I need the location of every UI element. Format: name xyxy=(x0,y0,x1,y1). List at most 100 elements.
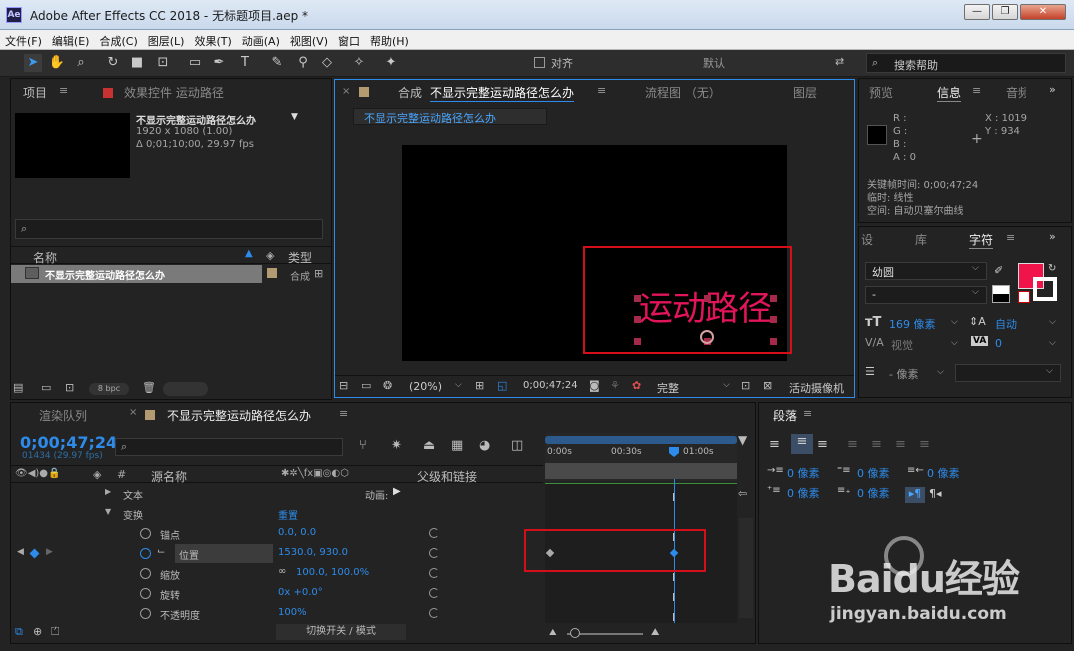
black-white-swatch-icon[interactable] xyxy=(992,285,1010,303)
layer-tab[interactable]: 图层 xyxy=(793,84,817,101)
menu-help[interactable]: 帮助(H) xyxy=(365,30,414,49)
keyframe-toggle-icon[interactable] xyxy=(29,548,40,559)
preview-tab[interactable]: 预览 xyxy=(869,84,893,101)
chevron-down-icon[interactable]: ⌵ xyxy=(723,380,730,390)
effects-controls-tab[interactable]: 效果控件 运动路径 xyxy=(124,84,224,101)
mask-visibility-icon[interactable]: ❂ xyxy=(383,379,392,392)
pickwhip-icon[interactable] xyxy=(429,608,439,618)
close-button[interactable]: ✕ xyxy=(1020,4,1066,20)
snap-checkbox[interactable] xyxy=(534,57,545,68)
close-comp-tab-icon[interactable]: × xyxy=(342,86,350,97)
playhead-handle-icon[interactable] xyxy=(669,447,679,457)
prop-row-position[interactable]: ◀ ▶ ⌙ 位置 1530.0, 930.0 xyxy=(11,544,543,564)
col-source-name[interactable]: 源名称 xyxy=(151,468,187,485)
justify-right-icon[interactable]: ≡ xyxy=(895,437,906,452)
roto-brush-tool-icon[interactable]: ✧ xyxy=(350,54,368,72)
library-tab[interactable]: 库 xyxy=(915,231,927,248)
tracking-value[interactable]: 0 xyxy=(995,337,1002,350)
next-keyframe-icon[interactable]: ▶ xyxy=(46,547,53,557)
transfer-controls-icon[interactable]: ⊕ xyxy=(33,625,42,638)
menu-file[interactable]: 文件(F) xyxy=(0,30,47,49)
current-time-display[interactable]: 0;00;47;24 xyxy=(20,433,117,452)
project-search-input[interactable]: ⌕ xyxy=(15,219,323,239)
prop-row-rotation[interactable]: 旋转 0x +0.0° xyxy=(11,584,543,604)
work-area-range[interactable] xyxy=(545,463,737,479)
camera-tool-icon[interactable]: ■ xyxy=(128,54,146,72)
comp-navigator-tab[interactable]: 不显示完整运动路径怎么办 xyxy=(353,108,547,125)
project-scrollbar[interactable] xyxy=(163,382,208,396)
align-left-icon[interactable]: ≡ xyxy=(769,437,780,452)
zoom-tool-icon[interactable]: ⌕ xyxy=(72,54,90,72)
swap-colors-icon[interactable]: ↻ xyxy=(1048,263,1056,274)
prop-row-transform[interactable]: ▼ 变换 重置 xyxy=(11,504,543,524)
toggle-switches-modes[interactable]: 切换开关 / 模式 xyxy=(276,624,406,640)
rtl-direction-icon[interactable]: ¶◂ xyxy=(929,487,942,500)
menu-animation[interactable]: 动画(A) xyxy=(237,30,285,49)
chevron-down-icon[interactable]: ⌵ xyxy=(951,338,958,348)
panel-menu-icon[interactable]: ≡ xyxy=(59,84,68,97)
animate-menu[interactable]: 动画: xyxy=(365,487,388,502)
safe-margins-icon[interactable]: ⊞ xyxy=(475,379,484,392)
font-size-value[interactable]: 169 像素 xyxy=(889,316,936,332)
panel-menu-icon[interactable]: ≡ xyxy=(339,407,348,420)
prop-value[interactable]: 100% xyxy=(278,607,307,618)
paragraph-tab[interactable]: 段落 xyxy=(773,407,797,424)
channel-icon[interactable]: ✿ xyxy=(632,379,641,392)
space-before-value[interactable]: 0 像素 xyxy=(787,485,820,501)
col-name[interactable]: 名称 xyxy=(33,249,57,266)
stopwatch-icon[interactable] xyxy=(140,608,151,619)
brush-tool-icon[interactable]: ✎ xyxy=(268,54,286,72)
eraser-tool-icon[interactable]: ◇ xyxy=(318,54,336,72)
timeline-search-input[interactable]: ⌕ xyxy=(115,438,343,456)
time-zoom-handle[interactable] xyxy=(570,628,580,638)
graph-icon[interactable]: ⌙ xyxy=(157,546,165,557)
puppet-pin-tool-icon[interactable]: ✦ xyxy=(382,54,400,72)
frame-blending-icon[interactable]: ▦ xyxy=(451,438,463,453)
time-ruler[interactable]: 0:00s 00:30s 01:00s xyxy=(545,433,737,481)
close-timeline-tab-icon[interactable]: × xyxy=(129,407,137,418)
chevron-down-icon[interactable]: ⌵ xyxy=(1049,338,1056,348)
rectangle-tool-icon[interactable]: ▭ xyxy=(186,54,204,72)
expand-panels-icon[interactable]: » xyxy=(1049,230,1056,243)
stopwatch-icon[interactable] xyxy=(140,528,151,539)
chevron-down-icon[interactable]: ⌵ xyxy=(972,287,979,297)
comp-info-dropdown-icon[interactable]: ▼ xyxy=(291,112,298,122)
panel-menu-icon[interactable]: ≡ xyxy=(803,407,812,420)
leading-value[interactable]: 自动 xyxy=(995,316,1017,332)
comp-tab-name[interactable]: 不显示完整运动路径怎么办 xyxy=(430,84,575,102)
eyedropper-icon[interactable]: ✐ xyxy=(994,264,1003,277)
expand-icon[interactable]: ▶ xyxy=(105,487,111,496)
transparency-grid-icon[interactable]: ⊠ xyxy=(763,379,772,392)
expand-icon[interactable]: ▼ xyxy=(105,507,111,516)
work-area-bar[interactable] xyxy=(545,436,737,444)
workspace-label[interactable]: 默认 xyxy=(703,55,725,71)
prop-row-opacity[interactable]: 不透明度 100% xyxy=(11,604,543,624)
hand-tool-icon[interactable]: ✋ xyxy=(48,54,66,72)
chevron-down-icon[interactable]: ⌵ xyxy=(455,380,462,390)
text-tool-icon[interactable]: T xyxy=(236,54,254,72)
zoom-out-icon[interactable]: ⛰ xyxy=(549,628,557,638)
shy-layers-icon[interactable]: ⏏ xyxy=(423,438,435,453)
render-queue-tab[interactable]: 渲染队列 xyxy=(39,407,87,424)
chevron-down-icon[interactable]: ⌵ xyxy=(937,367,944,377)
menu-edit[interactable]: 编辑(E) xyxy=(47,30,95,49)
flowchart-icon[interactable]: ⊞ xyxy=(314,267,323,280)
always-preview-icon[interactable]: ⊟ xyxy=(339,379,348,392)
rotate-tool-icon[interactable]: ↻ xyxy=(104,54,122,72)
align-tab[interactable]: 设 xyxy=(861,231,873,248)
zoom-in-icon[interactable]: ⛰ xyxy=(651,627,659,638)
justify-all-icon[interactable]: ≡ xyxy=(919,437,930,452)
region-of-interest-icon[interactable]: ◱ xyxy=(497,379,507,392)
prev-keyframe-icon[interactable]: ◀ xyxy=(17,547,24,557)
menu-effect[interactable]: 效果(T) xyxy=(189,30,236,49)
font-family-select[interactable]: 幼圆 xyxy=(865,262,987,280)
space-after-value[interactable]: 0 像素 xyxy=(857,485,890,501)
pickwhip-icon[interactable] xyxy=(429,588,439,598)
prop-row-text[interactable]: ▶ 文本 动画: ▶ xyxy=(11,484,543,504)
constrain-link-icon[interactable]: ∞ xyxy=(278,566,286,577)
motion-blur-icon[interactable]: ◕ xyxy=(479,438,490,453)
pan-behind-tool-icon[interactable]: ⊡ xyxy=(154,54,172,72)
workspace-sync-icon[interactable]: ⇄ xyxy=(835,55,844,68)
graph-editor-icon[interactable]: ◫ xyxy=(511,438,523,453)
indent-first-value[interactable]: 0 像素 xyxy=(857,465,890,481)
